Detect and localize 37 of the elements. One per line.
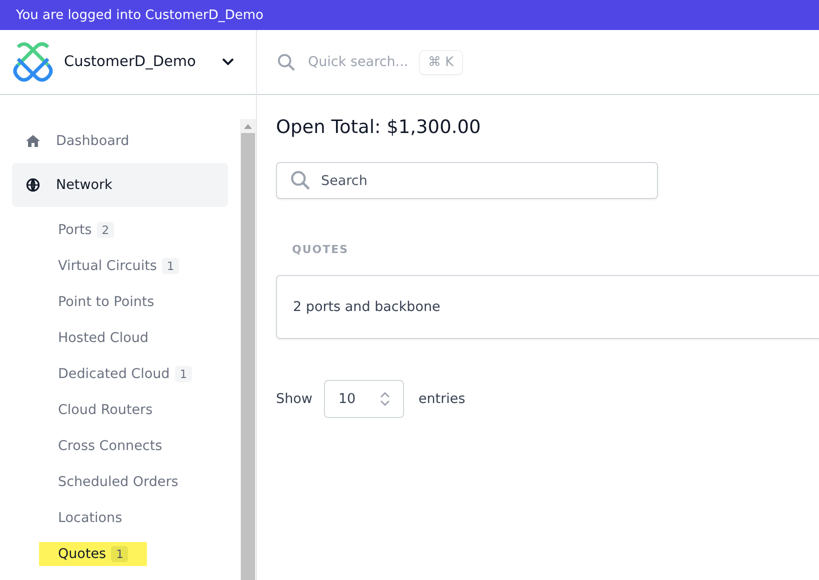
count-badge: 1 <box>162 258 180 274</box>
sidebar-subitem[interactable]: Scheduled Orders <box>39 470 198 494</box>
sidebar-subitem[interactable]: Quotes 1 <box>39 542 148 566</box>
sidebar-subitem[interactable]: Virtual Circuits 1 <box>39 254 198 278</box>
section-label: QUOTES <box>292 243 350 256</box>
chevron-down-icon <box>222 58 234 66</box>
globe-icon <box>26 178 40 192</box>
count-badge: 2 <box>96 222 114 238</box>
count-badge: 1 <box>111 546 128 562</box>
keyboard-shortcut: ⌘ K <box>420 50 462 74</box>
sidebar-subitem[interactable]: Cross Connects <box>39 434 182 458</box>
sidebar-subitem[interactable]: Hosted Cloud <box>39 326 168 350</box>
logo-icon <box>12 41 54 83</box>
scroll-up-icon[interactable] <box>244 124 252 129</box>
banner-text: You are logged into CustomerD_Demo <box>16 8 264 22</box>
search-icon <box>277 52 296 72</box>
up-down-chevron-icon <box>380 391 390 407</box>
scrollbar-thumb[interactable] <box>241 133 255 580</box>
open-total-heading: Open Total: $1,300.00 <box>276 117 482 138</box>
entries-label: entries <box>418 391 466 407</box>
home-icon <box>26 134 40 148</box>
sidebar-subitem[interactable]: Ports 2 <box>39 218 134 242</box>
show-label: Show <box>276 391 312 407</box>
sidebar-subitem[interactable]: Dedicated Cloud 1 <box>39 362 212 386</box>
scrollbar[interactable] <box>240 119 256 580</box>
account-switcher[interactable]: CustomerD_Demo <box>64 42 244 82</box>
search-field[interactable]: Search <box>276 162 658 199</box>
sidebar-item[interactable]: Network <box>12 163 228 207</box>
sidebar-item[interactable]: Dashboard <box>12 119 228 163</box>
sidebar-subitem[interactable]: Point to Points <box>39 290 174 314</box>
sidebar-subitem[interactable]: Locations <box>39 506 142 530</box>
quote-card[interactable]: 2 ports and backbone <box>276 275 819 339</box>
sidebar-subitem[interactable]: Cloud Routers <box>39 398 172 422</box>
count-badge: 1 <box>174 366 192 382</box>
quick-search-field[interactable]: Quick search... <box>308 54 408 70</box>
entries-select[interactable]: 10 <box>324 380 404 418</box>
search-icon <box>290 170 311 191</box>
